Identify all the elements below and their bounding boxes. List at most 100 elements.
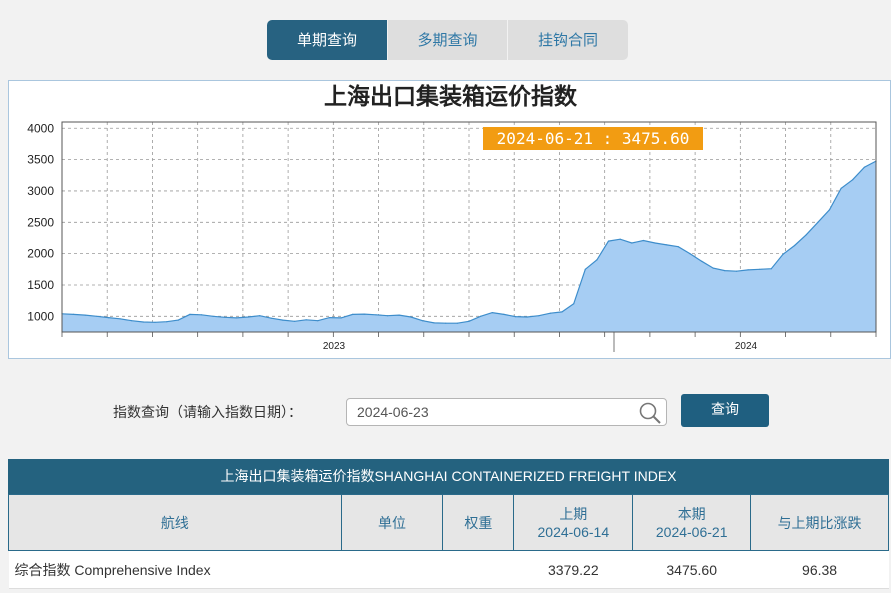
y-tick-label: 3000 [27, 184, 54, 198]
data-point [840, 187, 842, 189]
data-point [96, 315, 98, 317]
data-point [503, 313, 505, 315]
query-button[interactable]: 查询 [681, 394, 769, 427]
data-point [480, 315, 482, 317]
data-point [689, 253, 691, 255]
data-point [235, 317, 237, 319]
data-point [200, 314, 203, 316]
data-point [73, 313, 75, 315]
header-previous-date: 2024-06-14 [537, 523, 610, 540]
data-point [491, 312, 493, 314]
data-point [747, 269, 749, 271]
data-point [468, 320, 470, 322]
tab-linked-contracts[interactable]: 挂钩合同 [507, 20, 628, 60]
chart-title: 上海出口集装箱运价指数 [324, 83, 577, 110]
date-input[interactable] [357, 402, 627, 422]
data-point [387, 315, 389, 317]
data-point [828, 209, 831, 211]
header-current: 本期 2024-06-21 [632, 494, 752, 551]
data-point [654, 242, 656, 244]
data-point [549, 312, 552, 314]
y-tick-label: 2500 [27, 215, 54, 229]
chart-tooltip: 2024-06-21 : 3475.60 [483, 127, 703, 150]
data-point [596, 259, 598, 261]
data-point [166, 321, 168, 323]
data-point [328, 317, 331, 319]
data-point [794, 244, 796, 247]
query-label: 指数查询（请输入指数日期）： [113, 405, 302, 421]
data-point [305, 319, 307, 321]
data-point [631, 242, 633, 244]
data-point [317, 320, 319, 322]
tab-multi-period[interactable]: 多期查询 [387, 20, 507, 60]
data-point [584, 268, 586, 270]
data-point [573, 303, 575, 305]
data-point [177, 319, 179, 321]
data-point [805, 234, 807, 236]
data-point [538, 315, 540, 317]
data-point [724, 270, 726, 272]
data-point [189, 313, 191, 315]
data-point [701, 260, 703, 262]
header-previous-label: 上期 [559, 505, 588, 522]
data-point [619, 238, 621, 240]
search-icon[interactable] [638, 401, 662, 425]
data-point [666, 244, 668, 246]
data-point [735, 270, 738, 272]
date-input-box [346, 398, 667, 426]
data-point [282, 319, 284, 321]
x-tick-label: 2023 [323, 341, 346, 352]
table-row: 综合指数 Comprehensive Index 3379.22 3475.60… [8, 550, 889, 589]
data-point [514, 316, 517, 318]
data-point [863, 166, 866, 168]
data-point [352, 313, 354, 315]
header-previous: 上期 2024-06-14 [513, 494, 634, 551]
data-point [107, 317, 110, 319]
data-point [607, 240, 610, 242]
data-point [433, 322, 435, 324]
data-point [526, 316, 528, 318]
data-point [375, 314, 377, 316]
table-title: 上海出口集装箱运价指数SHANGHAI CONTAINERIZED FREIGH… [8, 459, 889, 494]
data-point [712, 267, 714, 269]
index-chart[interactable]: 1000 1500 2000 2500 3000 3500 4000 2023 2024 [9, 81, 891, 360]
data-point [642, 239, 645, 242]
data-point [224, 316, 226, 318]
y-tick-label: 4000 [27, 121, 54, 135]
y-tick-label: 2000 [27, 247, 54, 261]
header-weight: 权重 [442, 494, 515, 551]
data-point [119, 318, 121, 320]
data-point [782, 253, 784, 255]
header-unit: 单位 [340, 494, 444, 551]
data-point [852, 179, 854, 181]
data-point [294, 320, 296, 322]
data-point [247, 316, 249, 318]
index-table: 上海出口集装箱运价指数SHANGHAI CONTAINERIZED FREIGH… [8, 459, 889, 589]
data-point [131, 320, 133, 322]
data-point [445, 322, 447, 324]
x-tick-label: 2024 [735, 341, 758, 352]
page: 单期查询 多期查询 挂钩合同 1000 1500 2000 2500 3000 3500 4… [0, 0, 891, 593]
data-point [410, 316, 412, 318]
data-point [770, 268, 772, 270]
cell-previous: 3379.22 [513, 550, 633, 589]
cell-unit [341, 550, 443, 589]
data-point [340, 317, 342, 319]
data-point [398, 314, 400, 316]
cell-current: 3475.60 [632, 550, 751, 589]
tab-single-period[interactable]: 单期查询 [267, 20, 387, 60]
data-point [154, 321, 156, 323]
chart-panel: 1000 1500 2000 2500 3000 3500 4000 2023 2024 上海出… [8, 80, 891, 359]
cell-route: 综合指数 Comprehensive Index [8, 550, 342, 589]
y-tick-label: 1000 [27, 309, 54, 323]
data-point [759, 268, 761, 270]
data-point [142, 321, 144, 323]
data-point [677, 246, 679, 248]
cell-weight [442, 550, 514, 589]
data-point [259, 315, 261, 317]
data-point [363, 313, 365, 315]
header-current-date: 2024-06-21 [655, 523, 728, 540]
data-point [561, 311, 563, 313]
y-tick-label: 1500 [27, 278, 54, 292]
data-point [84, 314, 86, 316]
